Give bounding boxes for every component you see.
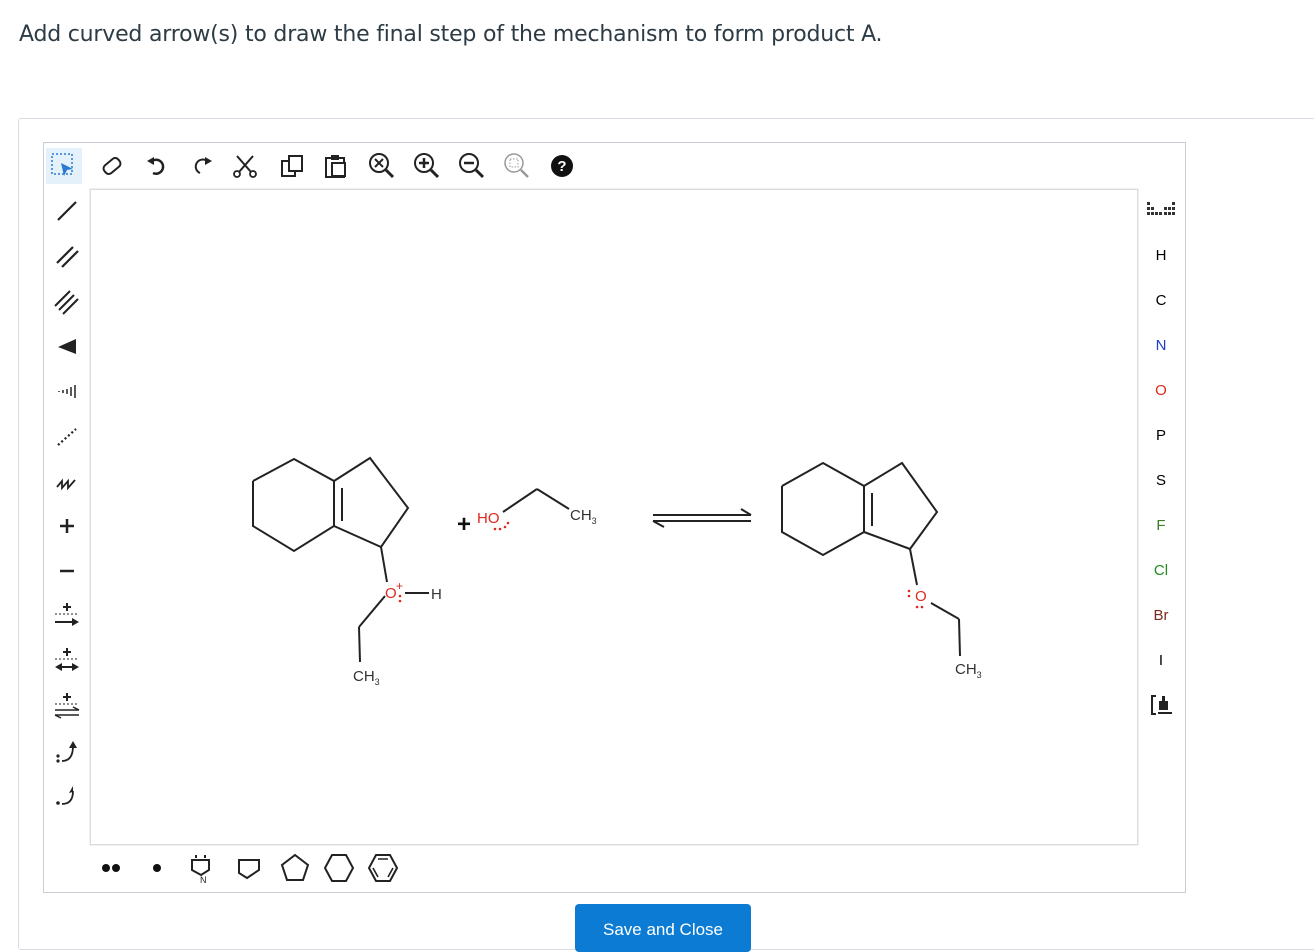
nitrogen-ring-icon[interactable]: N (184, 850, 222, 886)
zoom-clear-icon[interactable] (364, 148, 400, 184)
ethanol-ch3-label: CH3 (570, 507, 597, 526)
element-s-button[interactable]: S (1146, 465, 1176, 495)
single-electron-arrow-icon[interactable] (48, 777, 86, 815)
single-bond-icon[interactable] (48, 192, 86, 230)
positive-charge-icon[interactable] (48, 507, 86, 545)
benzene-icon[interactable] (364, 850, 402, 886)
ethanol-ho-label: HO (477, 510, 500, 527)
element-f-button[interactable]: F (1146, 510, 1176, 540)
product-ch3-label: CH3 (955, 661, 982, 680)
reactant-oxygen-label: O (385, 585, 397, 602)
negative-charge-icon[interactable] (48, 552, 86, 590)
zoom-fit-icon[interactable] (499, 148, 535, 184)
top-toolbar: ? (44, 143, 1138, 189)
svg-text:N: N (200, 875, 207, 884)
paste-icon[interactable] (318, 148, 354, 184)
wedge-bond-icon[interactable] (48, 327, 86, 365)
element-h-button[interactable]: H (1146, 240, 1176, 270)
lone-pair-icon[interactable] (92, 850, 130, 886)
eraser-icon[interactable] (94, 148, 130, 184)
cyclopentane-icon[interactable] (276, 850, 314, 886)
double-bond-icon[interactable] (48, 237, 86, 275)
cut-icon[interactable] (227, 148, 263, 184)
bottom-toolbar: N (90, 846, 1136, 890)
chain-icon[interactable] (48, 462, 86, 500)
periodic-table-icon[interactable] (1146, 195, 1176, 225)
bracket-template-icon[interactable] (1146, 690, 1176, 720)
element-n-button[interactable]: N (1146, 330, 1176, 360)
ethanol-bond-1 (502, 488, 538, 513)
save-and-close-button[interactable]: Save and Close (575, 904, 751, 952)
plus-sign: + (457, 511, 471, 538)
cyclohexane-icon[interactable] (320, 850, 358, 886)
svg-text:?: ? (557, 158, 566, 175)
copy-icon[interactable] (274, 148, 310, 184)
reactant-bicycle (252, 457, 335, 553)
reactant-c-o-bond (380, 546, 388, 583)
zoom-out-icon[interactable] (454, 148, 490, 184)
reaction-arrow-icon[interactable] (48, 597, 86, 635)
cyclobutane-icon[interactable] (230, 850, 268, 886)
element-c-button[interactable]: C (1146, 285, 1176, 315)
zoom-in-icon[interactable] (409, 148, 445, 184)
element-i-button[interactable]: I (1146, 645, 1176, 675)
product-oxygen-label: O (915, 588, 927, 605)
undo-icon[interactable] (139, 148, 175, 184)
hashed-wedge-bond-icon[interactable] (48, 372, 86, 410)
drawing-canvas[interactable]: O + H CH3 + HO CH3 O CH3 (90, 189, 1138, 845)
element-o-button[interactable]: O (1146, 375, 1176, 405)
resonance-arrow-icon[interactable] (48, 642, 86, 680)
right-toolbar: H C N O P S F Cl Br I (1138, 190, 1184, 845)
product-bicycle (781, 461, 865, 557)
electron-pair-arrow-icon[interactable] (48, 732, 86, 770)
equilibrium-arrow-icon[interactable] (48, 687, 86, 725)
select-tool-icon[interactable] (46, 148, 82, 184)
reactant-h-label: H (431, 586, 442, 603)
element-cl-button[interactable]: Cl (1146, 555, 1176, 585)
help-icon[interactable]: ? (544, 148, 580, 184)
element-p-button[interactable]: P (1146, 420, 1176, 450)
left-toolbar (44, 190, 90, 845)
dashed-bond-icon[interactable] (48, 417, 86, 455)
triple-bond-icon[interactable] (48, 282, 86, 320)
question-text: Add curved arrow(s) to draw the final st… (19, 22, 883, 47)
reactant-oxygen-charge: + (396, 579, 403, 593)
redo-icon[interactable] (184, 148, 220, 184)
radical-icon[interactable] (138, 850, 176, 886)
reactant-ch3-label: CH3 (353, 668, 380, 687)
mechanism-drawing: O + H CH3 + HO CH3 O CH3 (252, 456, 982, 687)
equilibrium-arrow (652, 508, 752, 528)
element-br-button[interactable]: Br (1146, 600, 1176, 630)
